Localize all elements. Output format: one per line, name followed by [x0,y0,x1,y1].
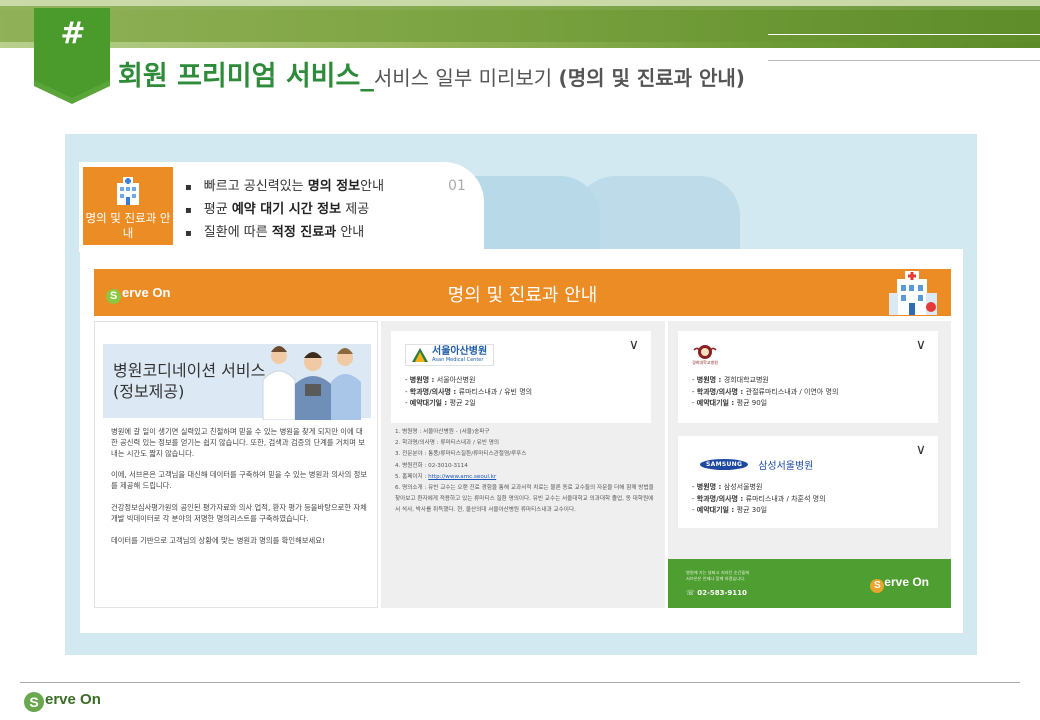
service-paragraph: 데이터를 기반으로 고객님의 상황에 맞는 병원과 명의를 확인해보세요! [111,535,325,545]
service-paragraph: 병원에 갈 일이 생기면 실력있고 친절하며 믿을 수 있는 병원을 찾게 되지… [111,427,366,458]
contact-box: 병원에 가는 날짜고 지라던 순간들에 서브온은 언제나 함께 하겠습니다. ☏… [668,559,951,608]
doctor-intro: 6. 명의소개 : 유빈 교수는 오랜 진료 경험을 통해 교과서적 치료는 물… [395,485,654,514]
asan-logo: 서울아산병원 Asan Medical Center [405,343,495,367]
footer-rule [20,682,1020,683]
header-rule [768,34,1040,35]
feature-label-box: 명의 및 진료과 안내 [83,167,173,245]
feature-bullet: 빠르고 공신력있는 명의 정보안내 [185,176,384,199]
service-banner: 병원코디네이션 서비스 (정보제공) [103,344,371,420]
asan-detail: 1. 병원명 : 서울아산병원 - (서울)송파구 2. 학과명/의사명 : 류… [395,427,657,517]
samsung-logo-name: 삼성서울병원 [758,460,814,472]
feature-bullet: 평균 예약 대기 시간 정보 제공 [185,199,384,222]
app-preview-frame: Serve On 명의 및 진료과 안내 병원코디네이션 서비스 (정보제공) … [80,249,963,633]
expand-chevron-icon[interactable]: ∨ [629,337,639,353]
contact-phone[interactable]: ☏ 02-583-9110 [686,589,747,597]
consultation-people-illustration-icon [262,346,361,420]
asan-info: 병원명 : 서울아산병원 학과명/의사명 : 류마티스내과 / 유빈 명의 예약… [405,375,532,410]
khu-info: 병원명 : 경희대학교병원 학과명/의사명 : 관절류마티스내과 / 이연아 명… [692,375,839,410]
expand-chevron-icon[interactable]: ∨ [916,337,926,353]
page-title-main: 회원 프리미엄 서비스_ [118,61,374,92]
section-badge: # [30,8,116,104]
samsung-hospital-card[interactable]: ∨ SAMSUNG 삼성서울병원 병원명 : 삼성서울병원 학과명/의사명 : … [678,436,938,528]
asan-hospital-column: ∨ 서울아산병원 Asan Medical Center 병원 [381,321,665,608]
feature-bullet: 질환에 따른 적정 진료과 안내 [185,222,384,245]
header-band-inner [0,6,1040,42]
khu-emblem-icon [693,345,717,359]
khu-logo: 경희대학교병원 [692,343,718,367]
other-hospitals-column: ∨ 경희대학교병원 병원명 : 경희대학교병원 학과명/의사명 : [668,321,951,608]
service-paragraph: 이에, 서브온은 고객님을 대신해 데이터를 구축하여 믿을 수 있는 병원과 … [111,470,368,491]
expand-chevron-icon[interactable]: ∨ [916,442,926,458]
page-title-sub: 서비스 일부 미리보기 [373,66,559,90]
page-title-paren: (명의 및 진료과 안내) [558,66,745,90]
homepage-link[interactable]: http://www.amc.seoul.kr [428,474,496,480]
header-band [0,0,1040,48]
feature-bullets: 빠르고 공신력있는 명의 정보안내 평균 예약 대기 시간 정보 제공 질환에 … [185,176,384,245]
footer-brand-logo[interactable]: Serve On [24,691,101,712]
samsung-logo-oval: SAMSUNG [700,458,749,470]
app-header-bar: Serve On 명의 및 진료과 안내 [94,269,951,316]
asan-hospital-card[interactable]: ∨ 서울아산병원 Asan Medical Center 병원 [391,331,651,423]
footer-logo-rest: erve On [45,691,101,708]
samsung-info: 병원명 : 삼성서울병원 학과명/의사명 : 류마티스내과 / 차훈석 명의 예… [692,482,826,517]
service-intro-column: 병원코디네이션 서비스 (정보제공) 병원에 갈 일이 생기면 실력있고 친절하… [94,321,378,608]
feature-number: 01 [448,178,466,194]
contact-brand-logo: Serve On [870,575,929,593]
service-paragraph: 건강정보심사평가원의 공인된 평가자료와 의사 업적, 환자 평가 등을바탕으로… [111,502,367,523]
hospital-icon [117,177,139,205]
header-rule-lower [768,60,1040,61]
preview-panel: 명의 및 진료과 안내 빠르고 공신력있는 명의 정보안내 평균 예약 대기 시… [65,134,977,655]
khu-logo-text: 경희대학교병원 [692,360,718,365]
page-title: 회원 프리미엄 서비스_서비스 일부 미리보기 (명의 및 진료과 안내) [118,54,745,93]
asan-logo-mark-icon [412,348,428,362]
service-title: 병원코디네이션 서비스 (정보제공) [113,361,266,401]
samsung-logo: SAMSUNG 삼성서울병원 [700,452,813,476]
badge-hash: # [60,16,86,51]
feature-label: 명의 및 진료과 안내 [85,211,171,240]
khu-hospital-card[interactable]: ∨ 경희대학교병원 병원명 : 경희대학교병원 학과명/의사명 : [678,331,938,423]
app-header-title: 명의 및 진료과 안내 [447,285,598,306]
service-description: 병원에 갈 일이 생기면 실력있고 친절하며 믿을 수 있는 병원을 찾게 되지… [111,427,369,557]
asan-logo-en: Asan Medical Center [432,357,484,363]
footer-logo-initial: S [24,692,44,712]
hospital-building-icon [889,271,937,315]
contact-text: 병원에 가는 날짜고 지라던 순간들에 서브온은 언제나 함께 하겠습니다. [686,570,750,581]
asan-logo-name: 서울아산병원 [432,346,488,357]
